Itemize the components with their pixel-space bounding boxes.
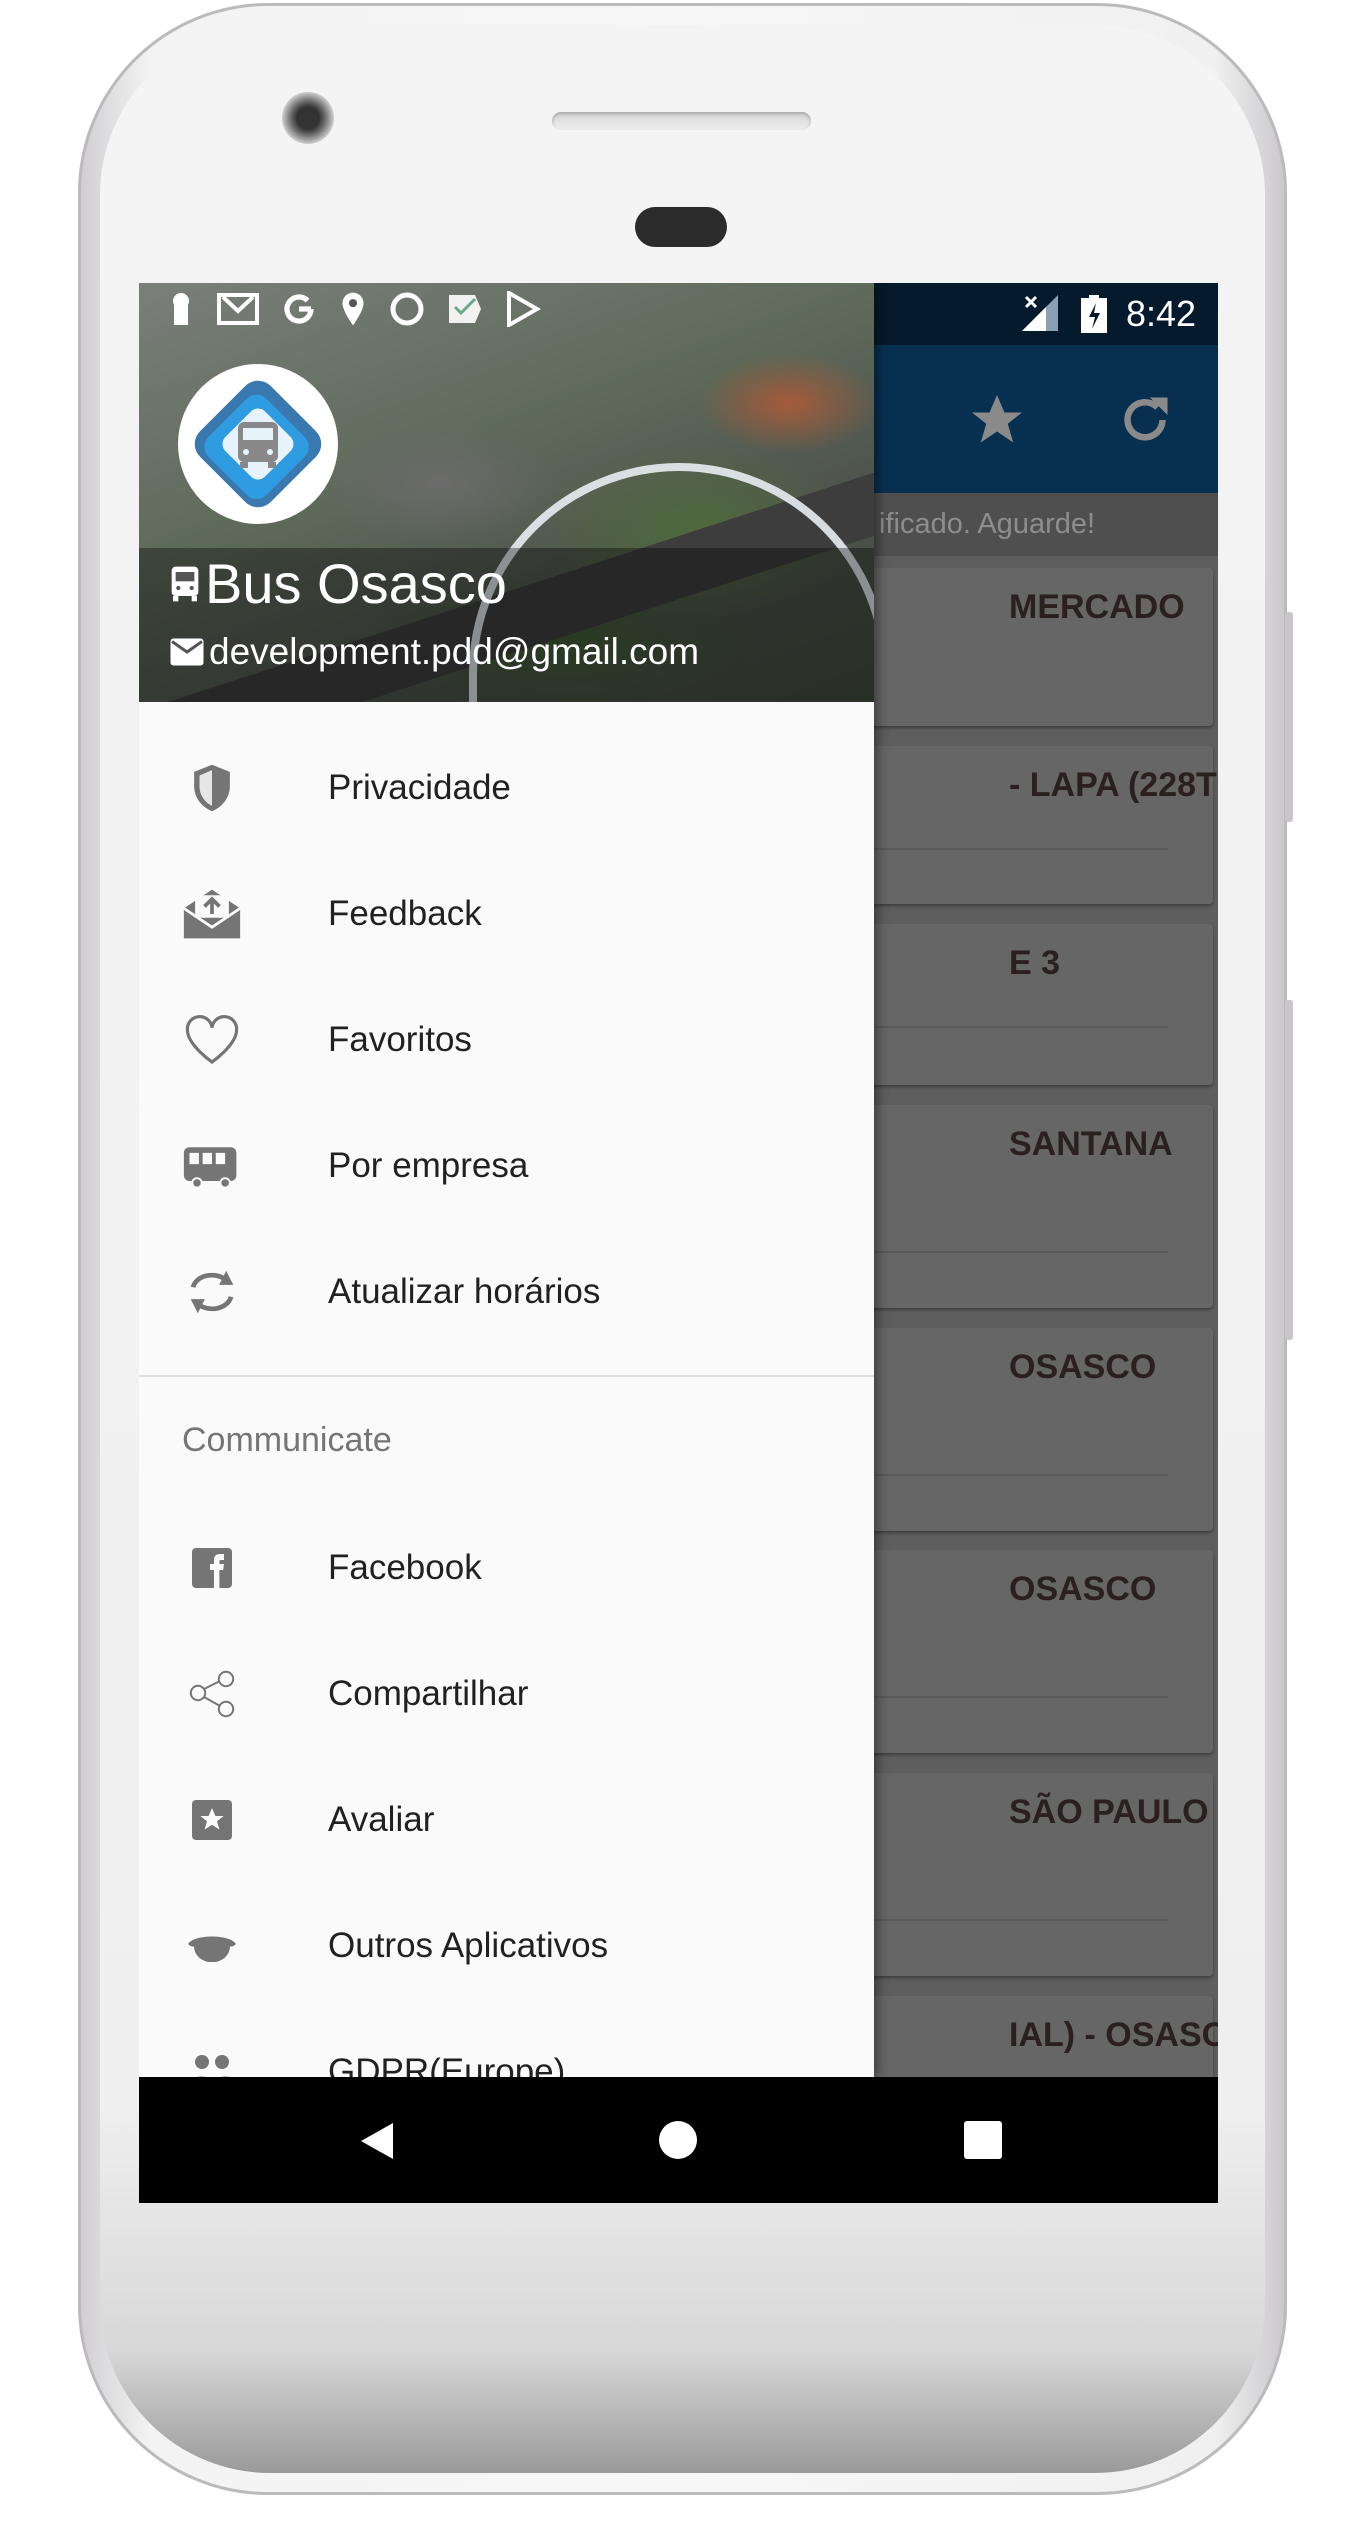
route-name: MERCADO [1009, 588, 1185, 626]
app-logo [178, 364, 338, 524]
favorite-star-button[interactable] [966, 390, 1028, 450]
menu-item-outros-aplicativos[interactable]: Outros Aplicativos [139, 1883, 874, 2009]
google-icon [284, 294, 314, 324]
drawer-header: Bus Osasco development.pdd@gmail.com [139, 283, 874, 702]
route-name: OSASCO [1009, 1348, 1157, 1386]
bus-icon [183, 1147, 237, 1189]
play-store-icon [507, 291, 541, 327]
menu-item-label: Compartilhar [328, 1674, 529, 1713]
eye-icon [188, 1936, 236, 1962]
location-pin-icon [342, 292, 364, 326]
sync-icon [190, 1270, 234, 1314]
star-box-icon [192, 1800, 232, 1840]
route-name: E 3 [1009, 944, 1061, 982]
menu-item-label: Feedback [328, 894, 482, 933]
speaker [552, 112, 811, 130]
menu-item-favoritos[interactable]: Favoritos [139, 977, 874, 1103]
gmail-icon [217, 293, 259, 325]
heart-icon [185, 1015, 239, 1065]
menu-item-label: Avaliar [328, 1800, 435, 1839]
menu-item-label: Atualizar horários [328, 1272, 601, 1311]
bus-icon [171, 566, 199, 601]
recents-button[interactable] [964, 2121, 1002, 2159]
front-camera [282, 92, 334, 144]
screen: 8:42 ificado. Aguarde! MERCADO - LAPA (2… [139, 283, 1218, 2203]
battery-charging-icon [1081, 295, 1107, 333]
keyhole-icon [173, 293, 189, 325]
app-name: Bus Osasco [169, 551, 507, 616]
menu-item-feedback[interactable]: Feedback [139, 851, 874, 977]
navigation-drawer: Bus Osasco development.pdd@gmail.com Pri… [139, 283, 874, 2091]
shield-icon [194, 764, 230, 812]
refresh-button[interactable] [1115, 390, 1175, 450]
back-button[interactable] [357, 2121, 397, 2161]
mail-icon [170, 638, 204, 666]
route-name: SANTANA [1009, 1125, 1173, 1163]
divider [139, 1375, 874, 1377]
menu-item-label: Privacidade [328, 768, 511, 807]
route-name: IAL) - OSASCO [1009, 2016, 1218, 2054]
facebook-icon [192, 1548, 232, 1588]
menu-item-facebook[interactable]: Facebook [139, 1505, 874, 1631]
mail-upload-icon [183, 889, 241, 939]
share-icon [189, 1670, 235, 1718]
home-button[interactable] [658, 2120, 698, 2160]
notification-icons [169, 291, 541, 327]
menu-item-label: Outros Aplicativos [328, 1926, 609, 1965]
menu-item-avaliar[interactable]: Avaliar [139, 1757, 874, 1883]
route-name: OSASCO [1009, 1570, 1157, 1608]
checklist-icon [449, 295, 481, 323]
volume-button [1285, 612, 1293, 822]
user-email: development.pdd@gmail.com [169, 631, 699, 673]
system-navigation-bar [139, 2077, 1218, 2203]
menu-item-atualizar-horarios[interactable]: Atualizar horários [139, 1229, 874, 1355]
section-title: Communicate [182, 1421, 392, 1459]
power-button [1285, 1000, 1293, 1340]
menu-item-label: Favoritos [328, 1020, 472, 1059]
menu-item-por-empresa[interactable]: Por empresa [139, 1103, 874, 1229]
signal-icon [1022, 295, 1058, 331]
route-name: - LAPA (228TRO) [1009, 766, 1218, 804]
menu-item-label: Por empresa [328, 1146, 529, 1185]
clock: 8:42 [1126, 293, 1197, 334]
circle-icon [390, 292, 424, 326]
sensor [635, 207, 727, 247]
route-name: SÃO PAULO [1009, 1793, 1209, 1831]
menu-item-label: Facebook [328, 1548, 482, 1587]
menu-item-compartilhar[interactable]: Compartilhar [139, 1631, 874, 1757]
menu-item-privacidade[interactable]: Privacidade [139, 725, 874, 851]
